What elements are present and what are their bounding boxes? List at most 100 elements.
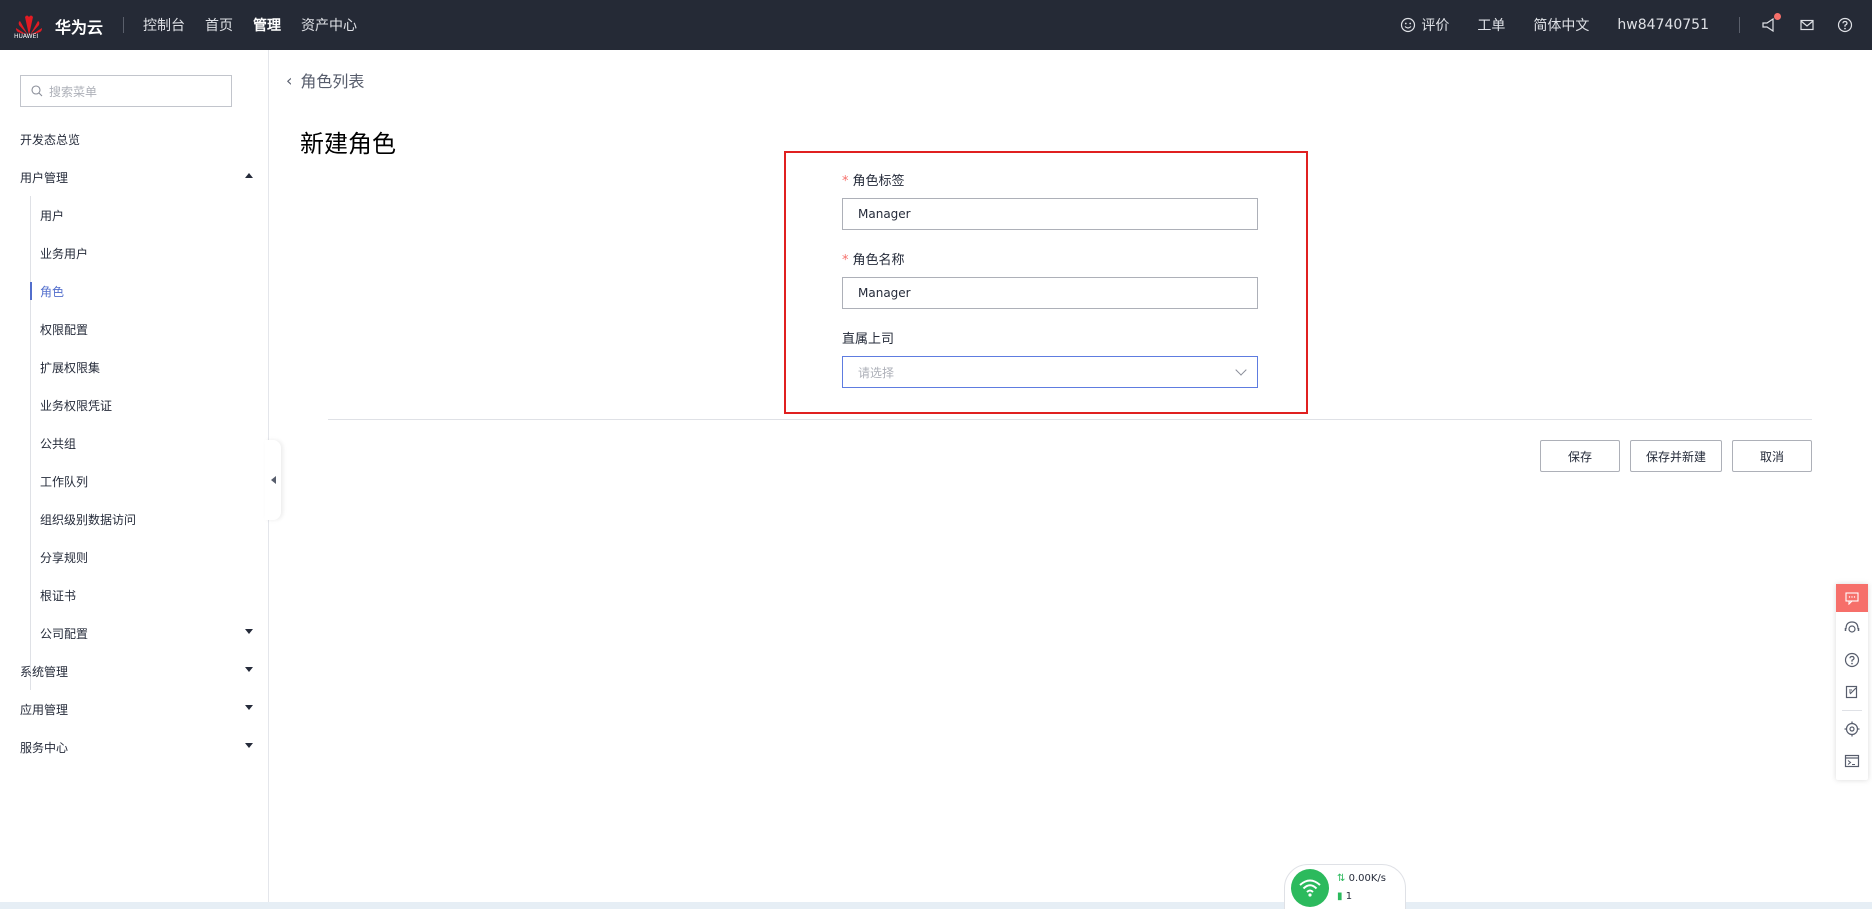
- role-label-label: * 角色标签: [842, 170, 1258, 190]
- sidebar-item-user-management[interactable]: 用户管理: [0, 158, 269, 196]
- sidebar-item-system-management[interactable]: 系统管理: [0, 652, 269, 690]
- role-name-input[interactable]: Manager: [842, 277, 1258, 309]
- sidebar-item-extended-permission-set[interactable]: 扩展权限集: [0, 348, 269, 386]
- sidebar-item-label: 根证书: [40, 588, 77, 603]
- role-label-field: * 角色标签 Manager: [842, 170, 1258, 230]
- top-navigation-bar: HUAWEI 华为云 控制台 首页 管理 资产中心 评价 工单 简体中文 hw8…: [0, 0, 1872, 50]
- user-account[interactable]: hw84740751: [1617, 17, 1709, 33]
- sidebar-item-label: 开发态总览: [20, 132, 81, 147]
- sidebar-item-public-group[interactable]: 公共组: [0, 424, 269, 462]
- manager-field: 直属上司 请选择: [842, 328, 1258, 388]
- sidebar-item-label: 权限配置: [40, 322, 89, 337]
- sidebar-item-label: 业务用户: [40, 246, 89, 261]
- feedback-link[interactable]: 评价: [1400, 15, 1449, 35]
- sidebar-item-label: 公共组: [40, 436, 77, 451]
- sidebar-item-business-permission-credential[interactable]: 业务权限凭证: [0, 386, 269, 424]
- sidebar-item-sharing-rules[interactable]: 分享规则: [0, 538, 269, 576]
- feedback-form-button[interactable]: [1836, 676, 1868, 708]
- search-icon: [31, 85, 43, 97]
- transfer-arrows-icon: ⇅: [1337, 873, 1346, 884]
- sidebar-item-label: 角色: [40, 284, 65, 299]
- role-label-input[interactable]: Manager: [842, 198, 1258, 230]
- headset-icon: [1844, 621, 1860, 633]
- customer-service-button[interactable]: [1836, 612, 1868, 644]
- sidebar-item-company-config[interactable]: 公司配置: [0, 614, 269, 652]
- sidebar-item-roles[interactable]: 角色: [0, 272, 269, 310]
- sidebar-item-dev-overview[interactable]: 开发态总览: [0, 120, 269, 158]
- wifi-icon: [1291, 869, 1329, 907]
- help-button[interactable]: [1836, 16, 1854, 34]
- feedback-label: 评价: [1421, 18, 1450, 34]
- sidebar-item-business-users[interactable]: 业务用户: [0, 234, 269, 272]
- main-content: ‹ 角色列表 新建角色 * 角色标签 Manager * 角色名称 Manager …: [270, 50, 1872, 909]
- topbar-right: 评价 工单 简体中文 hw84740751: [1400, 0, 1872, 50]
- manager-select[interactable]: 请选择: [842, 356, 1258, 388]
- required-mark: *: [842, 253, 849, 268]
- mail-icon: [1800, 19, 1814, 31]
- caret-up-icon: [245, 173, 253, 178]
- back-to-role-list[interactable]: ‹ 角色列表: [286, 68, 364, 92]
- caret-down-icon: [245, 743, 253, 748]
- role-form-highlight: * 角色标签 Manager * 角色名称 Manager 直属上司 请选择: [784, 151, 1308, 414]
- brand-name[interactable]: 华为云: [55, 14, 103, 38]
- chat-icon: [1845, 592, 1859, 605]
- sidebar-item-label: 系统管理: [20, 664, 69, 679]
- nav-manage[interactable]: 管理: [253, 15, 281, 35]
- sidebar-item-org-data-access[interactable]: 组织级别数据访问: [0, 500, 269, 538]
- sidebar-item-label: 组织级别数据访问: [40, 512, 137, 527]
- target-icon: [1844, 721, 1860, 737]
- form-actions: 保存 保存并新建 取消: [1540, 440, 1812, 472]
- sidebar-item-label: 分享规则: [40, 550, 89, 565]
- chevron-left-icon: ‹: [286, 70, 293, 90]
- smile-icon: [1401, 17, 1416, 33]
- nav-home[interactable]: 首页: [205, 15, 233, 35]
- cancel-button[interactable]: 取消: [1732, 440, 1812, 472]
- sidebar-item-work-queue[interactable]: 工作队列: [0, 462, 269, 500]
- device-count: 1: [1345, 891, 1353, 902]
- role-name-label: * 角色名称: [842, 249, 1258, 269]
- device-icon: ▮: [1337, 891, 1343, 902]
- question-icon: [1844, 652, 1860, 668]
- sidebar-item-permission-config[interactable]: 权限配置: [0, 310, 269, 348]
- sidebar-item-app-management[interactable]: 应用管理: [0, 690, 269, 728]
- nav-console[interactable]: 控制台: [143, 15, 185, 35]
- sidebar-item-service-center[interactable]: 服务中心: [0, 728, 269, 766]
- select-placeholder: 请选择: [858, 365, 895, 380]
- notification-dot: [1774, 13, 1781, 20]
- caret-down-icon: [245, 667, 253, 672]
- search-placeholder: 搜索菜单: [49, 84, 98, 99]
- top-nav: 控制台 首页 管理 资产中心: [143, 15, 377, 35]
- chat-button[interactable]: [1836, 584, 1868, 612]
- sidebar-item-label: 应用管理: [20, 702, 69, 717]
- required-mark: *: [842, 174, 849, 189]
- save-and-new-button[interactable]: 保存并新建: [1630, 440, 1722, 472]
- sidebar-item-users[interactable]: 用户: [0, 196, 269, 234]
- sidebar-item-label: 扩展权限集: [40, 360, 101, 375]
- terminal-button[interactable]: [1836, 745, 1868, 777]
- message-button[interactable]: [1798, 16, 1816, 34]
- save-button[interactable]: 保存: [1540, 440, 1620, 472]
- menu-search-input[interactable]: 搜索菜单: [20, 75, 232, 107]
- role-name-field: * 角色名称 Manager: [842, 249, 1258, 309]
- sidebar-item-label: 服务中心: [20, 740, 69, 755]
- topbar-divider: [123, 17, 124, 33]
- page-title: 新建角色: [300, 130, 396, 158]
- network-stats: ⇅ 0.00K/s ▮ 1: [1337, 870, 1386, 906]
- locate-button[interactable]: [1836, 713, 1868, 745]
- sidebar-item-root-certificate[interactable]: 根证书: [0, 576, 269, 614]
- terminal-icon: [1844, 754, 1860, 768]
- form-divider: [328, 419, 1812, 420]
- field-label-text: 角色标签: [852, 174, 905, 189]
- announcement-button[interactable]: [1760, 13, 1781, 34]
- toolbar-separator: [1842, 710, 1862, 711]
- language-switch[interactable]: 简体中文: [1533, 15, 1589, 35]
- faq-button[interactable]: [1836, 644, 1868, 676]
- help-icon: [1837, 17, 1853, 33]
- nav-asset-center[interactable]: 资产中心: [301, 15, 357, 35]
- field-label-text: 角色名称: [852, 253, 905, 268]
- ticket-link[interactable]: 工单: [1477, 15, 1505, 35]
- sidebar-item-label: 业务权限凭证: [40, 398, 113, 413]
- caret-down-icon: [245, 705, 253, 710]
- sidebar-item-label: 用户: [40, 208, 65, 223]
- network-monitor-widget[interactable]: ⇅ 0.00K/s ▮ 1: [1284, 864, 1406, 909]
